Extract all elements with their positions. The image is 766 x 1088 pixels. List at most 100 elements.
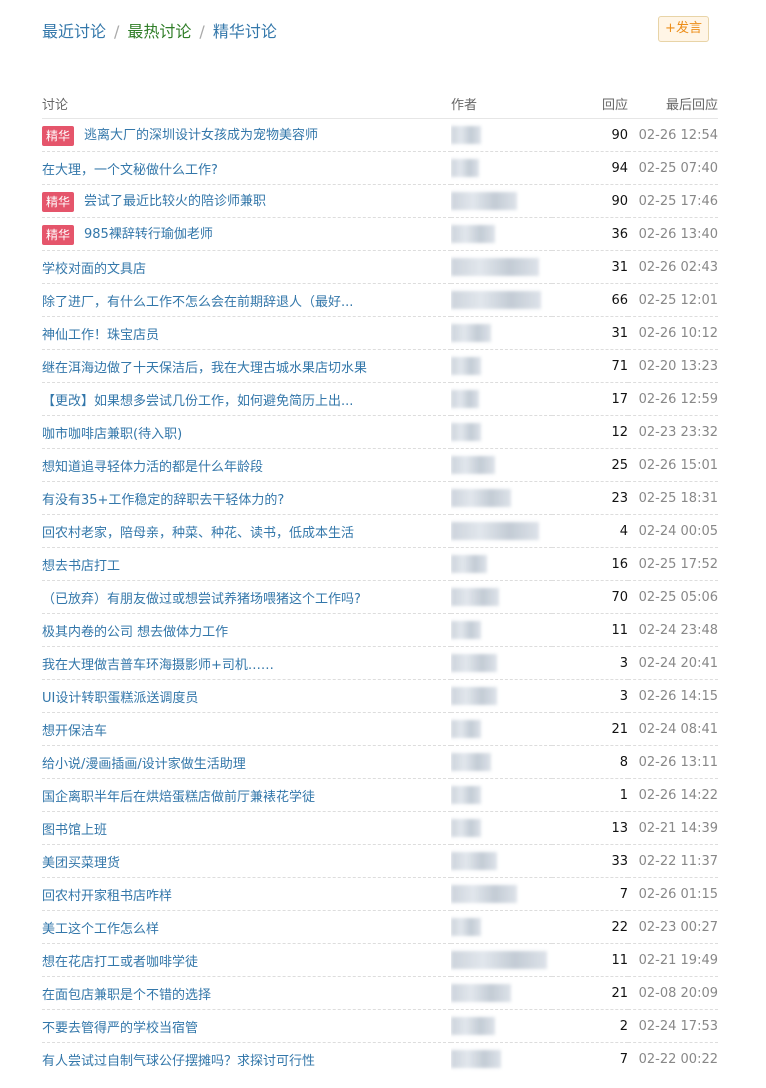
topic-cell: 继在洱海边做了十天保洁后，我在大理古城水果店切水果 <box>42 349 451 383</box>
author-avatar-blurred[interactable] <box>451 225 495 243</box>
author-avatar-blurred[interactable] <box>451 786 481 804</box>
author-avatar-blurred[interactable] <box>451 555 487 573</box>
author-avatar-blurred[interactable] <box>451 390 479 408</box>
author-avatar-blurred[interactable] <box>451 951 547 969</box>
topic-title-link[interactable]: 国企离职半年后在烘焙蛋糕店做前厅兼裱花学徒 <box>42 790 315 805</box>
author-avatar-blurred[interactable] <box>451 687 497 705</box>
author-avatar-blurred[interactable] <box>451 291 541 309</box>
topic-title-link[interactable]: 我在大理做吉普车环海摄影师+司机…… <box>42 658 274 673</box>
author-avatar-blurred[interactable] <box>451 489 511 507</box>
last-reply-time: 02-25 07:40 <box>628 151 718 185</box>
author-avatar-blurred[interactable] <box>451 258 539 276</box>
topic-title-link[interactable]: 逃离大厂的深圳设计女孩成为宠物美容师 <box>84 128 318 143</box>
header-author: 作者 <box>451 97 478 113</box>
discussion-table: 讨论 作者 回应 最后回应 精华 逃离大厂的深圳设计女孩成为宠物美容师 90 02-2… <box>42 88 718 1075</box>
author-avatar-blurred[interactable] <box>451 885 517 903</box>
topic-title-link[interactable]: 在面包店兼职是个不错的选择 <box>42 988 211 1003</box>
author-avatar-blurred[interactable] <box>451 126 481 144</box>
author-avatar-blurred[interactable] <box>451 1017 495 1035</box>
author-avatar-blurred[interactable] <box>451 819 481 837</box>
last-reply-time: 02-24 08:41 <box>628 712 718 746</box>
author-avatar-blurred[interactable] <box>451 621 481 639</box>
author-cell <box>451 943 552 977</box>
author-avatar-blurred[interactable] <box>451 1050 501 1068</box>
author-avatar-blurred[interactable] <box>451 654 497 672</box>
author-avatar-blurred[interactable] <box>451 159 479 177</box>
topic-title-link[interactable]: 极其内卷的公司 想去做体力工作 <box>42 625 228 640</box>
topic-title-link[interactable]: 图书馆上班 <box>42 823 107 838</box>
last-reply-time: 02-26 01:15 <box>628 877 718 911</box>
author-cell <box>451 811 552 845</box>
author-avatar-blurred[interactable] <box>451 588 499 606</box>
nav-hot-link[interactable]: 最热讨论 <box>127 22 191 41</box>
post-button[interactable]: +发言 <box>658 16 709 42</box>
reply-count: 90 <box>552 118 628 152</box>
topic-title-link[interactable]: 想开保洁车 <box>42 724 107 739</box>
topic-title-link[interactable]: 神仙工作！珠宝店员 <box>42 328 159 343</box>
author-avatar-blurred[interactable] <box>451 423 481 441</box>
author-avatar-blurred[interactable] <box>451 357 481 375</box>
nav-featured-link[interactable]: 精华讨论 <box>213 22 277 41</box>
table-row: 【更改】如果想多尝试几份工作，如何避免简历上出... 17 02-26 12:59 <box>42 382 718 416</box>
topic-title-link[interactable]: 尝试了最近比较火的陪诊师兼职 <box>84 194 266 209</box>
author-cell <box>451 877 552 911</box>
topic-title-link[interactable]: 想去书店打工 <box>42 559 120 574</box>
table-header: 讨论 作者 回应 最后回应 <box>42 88 718 119</box>
topic-title-link[interactable]: 回农村开家租书店咋样 <box>42 889 172 904</box>
reply-count: 11 <box>552 943 628 977</box>
last-reply-time: 02-26 14:15 <box>628 679 718 713</box>
topic-title-link[interactable]: 有人尝试过自制气球公仔摆摊吗？求探讨可行性 <box>42 1054 315 1069</box>
table-row: 极其内卷的公司 想去做体力工作 11 02-24 23:48 <box>42 613 718 647</box>
topic-title-link[interactable]: 想知道追寻轻体力活的都是什么年龄段 <box>42 460 263 475</box>
nav-separator: / <box>199 22 205 41</box>
author-cell <box>451 1042 552 1075</box>
reply-count: 2 <box>552 1009 628 1043</box>
topic-cell: 极其内卷的公司 想去做体力工作 <box>42 613 451 647</box>
table-row: 不要去管得严的学校当宿管 2 02-24 17:53 <box>42 1009 718 1043</box>
author-avatar-blurred[interactable] <box>451 522 539 540</box>
author-avatar-blurred[interactable] <box>451 456 495 474</box>
topic-cell: 除了进厂，有什么工作不怎么会在前期辞退人（最好... <box>42 283 451 317</box>
table-row: 想开保洁车 21 02-24 08:41 <box>42 712 718 746</box>
topic-title-link[interactable]: 除了进厂，有什么工作不怎么会在前期辞退人（最好... <box>42 295 353 310</box>
topic-title-link[interactable]: 在大理，一个文秘做什么工作? <box>42 163 218 178</box>
author-avatar-blurred[interactable] <box>451 852 497 870</box>
topic-title-link[interactable]: 不要去管得严的学校当宿管 <box>42 1021 198 1036</box>
author-cell <box>451 679 552 713</box>
nav-separator: / <box>114 22 120 41</box>
author-avatar-blurred[interactable] <box>451 984 511 1002</box>
nav-recent-link[interactable]: 最近讨论 <box>42 22 106 41</box>
topic-cell: 给小说/漫画插画/设计家做生活助理 <box>42 745 451 779</box>
topic-title-link[interactable]: 想在花店打工或者咖啡学徒 <box>42 955 198 970</box>
topic-title-link[interactable]: 有没有35+工作稳定的辞职去干轻体力的? <box>42 493 284 508</box>
topic-title-link[interactable]: 985裸辞转行瑜伽老师 <box>84 227 213 242</box>
reply-count: 31 <box>552 250 628 284</box>
topic-title-link[interactable]: 美团买菜理货 <box>42 856 120 871</box>
topic-title-link[interactable]: 美工这个工作怎么样 <box>42 922 159 937</box>
table-row: 有没有35+工作稳定的辞职去干轻体力的? 23 02-25 18:31 <box>42 481 718 515</box>
last-reply-time: 02-25 17:46 <box>628 184 718 218</box>
topic-title-link[interactable]: 咖市咖啡店兼职(待入职) <box>42 427 182 442</box>
author-avatar-blurred[interactable] <box>451 192 517 210</box>
author-cell <box>451 976 552 1010</box>
author-avatar-blurred[interactable] <box>451 918 481 936</box>
topic-title-link[interactable]: 继在洱海边做了十天保洁后，我在大理古城水果店切水果 <box>42 361 367 376</box>
reply-count: 12 <box>552 415 628 449</box>
last-reply-time: 02-24 17:53 <box>628 1009 718 1043</box>
topic-title-link[interactable]: 【更改】如果想多尝试几份工作，如何避免简历上出... <box>42 394 353 409</box>
table-row: 我在大理做吉普车环海摄影师+司机…… 3 02-24 20:41 <box>42 646 718 680</box>
topic-title-link[interactable]: 给小说/漫画插画/设计家做生活助理 <box>42 757 246 772</box>
topic-title-link[interactable]: 学校对面的文具店 <box>42 262 146 277</box>
featured-badge: 精华 <box>42 224 75 245</box>
topic-title-link[interactable]: （已放弃）有朋友做过或想尝试养猪场喂猪这个工作吗? <box>42 592 361 607</box>
author-avatar-blurred[interactable] <box>451 720 481 738</box>
topic-title-link[interactable]: UI设计转职蛋糕派送调度员 <box>42 691 198 706</box>
author-avatar-blurred[interactable] <box>451 324 491 342</box>
topic-cell: 在大理，一个文秘做什么工作? <box>42 151 451 185</box>
topic-cell: 在面包店兼职是个不错的选择 <box>42 976 451 1010</box>
topic-title-link[interactable]: 回农村老家，陪母亲，种菜、种花、读书，低成本生活 <box>42 526 354 541</box>
author-avatar-blurred[interactable] <box>451 753 491 771</box>
reply-count: 94 <box>552 151 628 185</box>
author-cell <box>451 283 552 317</box>
reply-count: 66 <box>552 283 628 317</box>
